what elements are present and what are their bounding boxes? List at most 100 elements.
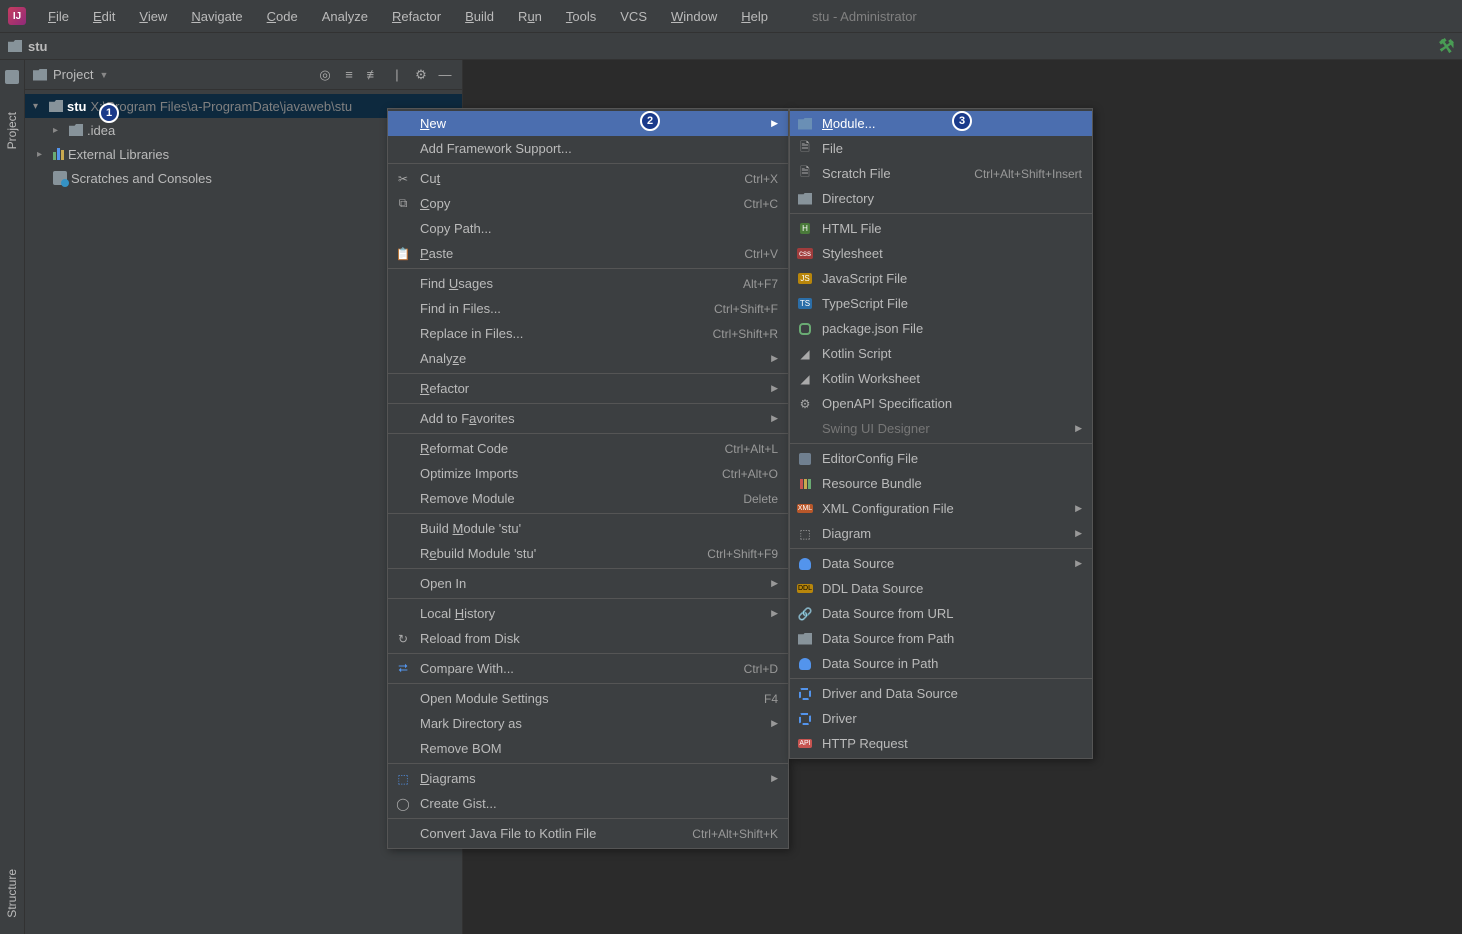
submenu-ddl[interactable]: DDL DDL Data Source xyxy=(790,576,1092,601)
submenu-arrow-icon: ▶ xyxy=(1075,558,1082,569)
submenu-stylesheet[interactable]: css Stylesheet xyxy=(790,241,1092,266)
menu-local-history[interactable]: Local History ▶ xyxy=(388,601,788,626)
menu-refactor[interactable]: Refactor ▶ xyxy=(388,376,788,401)
menu-analyze[interactable]: Analyze ▶ xyxy=(388,346,788,371)
driver-icon xyxy=(796,713,814,725)
menu-remove-bom[interactable]: Remove BOM xyxy=(388,736,788,761)
submenu-file[interactable]: 🗎 File xyxy=(790,136,1092,161)
menu-view[interactable]: View xyxy=(129,5,177,28)
menu-reformat[interactable]: Reformat Code Ctrl+Alt+L xyxy=(388,436,788,461)
diagram-icon: ⬚ xyxy=(796,527,814,541)
submenu-typescript[interactable]: TS TypeScript File xyxy=(790,291,1092,316)
menu-rebuild-module[interactable]: Rebuild Module 'stu' Ctrl+Shift+F9 xyxy=(388,541,788,566)
divider: | xyxy=(388,66,406,84)
menu-window[interactable]: Window xyxy=(661,5,727,28)
submenu-kotlin-worksheet[interactable]: ◢ Kotlin Worksheet xyxy=(790,366,1092,391)
submenu-javascript[interactable]: JS JavaScript File xyxy=(790,266,1092,291)
submenu-data-source[interactable]: Data Source ▶ xyxy=(790,551,1092,576)
reload-icon: ↻ xyxy=(394,632,412,646)
submenu-ds-url[interactable]: 🔗 Data Source from URL xyxy=(790,601,1092,626)
menu-navigate[interactable]: Navigate xyxy=(181,5,252,28)
gear-icon[interactable]: ⚙ xyxy=(412,66,430,84)
collapse-all-icon[interactable]: ≢ xyxy=(364,66,382,84)
submenu-package-json[interactable]: package.json File xyxy=(790,316,1092,341)
menubar: IJ File Edit View Navigate Code Analyze … xyxy=(0,0,1462,32)
menu-create-gist[interactable]: ◯ Create Gist... xyxy=(388,791,788,816)
submenu-module[interactable]: Module... xyxy=(790,111,1092,136)
menu-find-usages[interactable]: Find Usages Alt+F7 xyxy=(388,271,788,296)
build-icon[interactable]: ⚒ xyxy=(1436,34,1456,57)
submenu-http[interactable]: API HTTP Request xyxy=(790,731,1092,756)
diagram-icon: ⬚ xyxy=(394,772,412,786)
file-icon: 🗎 xyxy=(796,138,814,159)
submenu-openapi[interactable]: ⚙ OpenAPI Specification xyxy=(790,391,1092,416)
menu-run[interactable]: Run xyxy=(508,5,552,28)
menu-tools[interactable]: Tools xyxy=(556,5,606,28)
menu-new[interactable]: New ▶ xyxy=(388,111,788,136)
menu-build[interactable]: Build xyxy=(455,5,504,28)
menu-analyze[interactable]: Analyze xyxy=(312,5,378,28)
menu-find-in-files[interactable]: Find in Files... Ctrl+Shift+F xyxy=(388,296,788,321)
select-opened-icon[interactable]: ◎ xyxy=(316,66,334,84)
menu-vcs[interactable]: VCS xyxy=(610,5,657,28)
submenu-html[interactable]: H HTML File xyxy=(790,216,1092,241)
submenu-scratch[interactable]: 🗎 Scratch File Ctrl+Alt+Shift+Insert xyxy=(790,161,1092,186)
tab-project[interactable]: Project xyxy=(3,104,21,157)
menu-file[interactable]: File xyxy=(38,5,79,28)
menu-code[interactable]: Code xyxy=(257,5,308,28)
submenu-resource-bundle[interactable]: Resource Bundle xyxy=(790,471,1092,496)
tree-scratches-label: Scratches and Consoles xyxy=(71,171,212,186)
submenu-kotlin-script[interactable]: ◢ Kotlin Script xyxy=(790,341,1092,366)
chevron-down-icon[interactable]: ▼ xyxy=(99,70,108,80)
submenu-driver-ds[interactable]: Driver and Data Source xyxy=(790,681,1092,706)
annotation-2: 2 xyxy=(640,111,660,131)
menu-remove-module[interactable]: Remove Module Delete xyxy=(388,486,788,511)
menu-edit[interactable]: Edit xyxy=(83,5,125,28)
project-tool-icon[interactable] xyxy=(5,70,19,84)
menu-optimize-imports[interactable]: Optimize Imports Ctrl+Alt+O xyxy=(388,461,788,486)
tree-root-name: stu xyxy=(67,99,87,114)
module-icon xyxy=(49,100,63,112)
submenu-driver[interactable]: Driver xyxy=(790,706,1092,731)
folder-icon xyxy=(796,193,814,205)
submenu-xml-config[interactable]: XML XML Configuration File ▶ xyxy=(790,496,1092,521)
menu-diagrams[interactable]: ⬚ Diagrams ▶ xyxy=(388,766,788,791)
submenu-swing[interactable]: Swing UI Designer ▶ xyxy=(790,416,1092,441)
submenu-editorconfig[interactable]: EditorConfig File xyxy=(790,446,1092,471)
chevron-right-icon[interactable]: ▸ xyxy=(37,149,49,160)
http-icon: API xyxy=(796,739,814,748)
breadcrumb-project[interactable]: stu xyxy=(28,39,48,54)
submenu-diagram[interactable]: ⬚ Diagram ▶ xyxy=(790,521,1092,546)
menu-paste[interactable]: 📋 Paste Ctrl+V xyxy=(388,241,788,266)
menu-open-in[interactable]: Open In ▶ xyxy=(388,571,788,596)
menu-open-module-settings[interactable]: Open Module Settings F4 xyxy=(388,686,788,711)
tree-root-path: X:\Program Files\a-ProgramDate\javaweb\s… xyxy=(91,99,353,114)
menu-refactor[interactable]: Refactor xyxy=(382,5,451,28)
submenu-ds-path[interactable]: Data Source from Path xyxy=(790,626,1092,651)
submenu-arrow-icon: ▶ xyxy=(1075,528,1082,539)
menu-help[interactable]: Help xyxy=(731,5,778,28)
menu-compare-with[interactable]: ⮂ Compare With... Ctrl+D xyxy=(388,656,788,681)
package-icon xyxy=(796,323,814,335)
menu-copy-path[interactable]: Copy Path... xyxy=(388,216,788,241)
menu-reload[interactable]: ↻ Reload from Disk xyxy=(388,626,788,651)
menu-replace-in-files[interactable]: Replace in Files... Ctrl+Shift+R xyxy=(388,321,788,346)
path-icon xyxy=(796,633,814,645)
tab-structure[interactable]: Structure xyxy=(3,861,21,926)
menu-copy[interactable]: ⧉ Copy Ctrl+C xyxy=(388,191,788,216)
hide-icon[interactable]: — xyxy=(436,66,454,84)
submenu-arrow-icon: ▶ xyxy=(771,718,778,729)
submenu-directory[interactable]: Directory xyxy=(790,186,1092,211)
menu-mark-directory[interactable]: Mark Directory as ▶ xyxy=(388,711,788,736)
panel-title[interactable]: Project xyxy=(53,67,93,82)
submenu-arrow-icon: ▶ xyxy=(771,353,778,364)
chevron-down-icon[interactable]: ▾ xyxy=(33,101,45,112)
menu-cut[interactable]: ✂ Cut Ctrl+X xyxy=(388,166,788,191)
menu-build-module[interactable]: Build Module 'stu' xyxy=(388,516,788,541)
menu-convert-kotlin[interactable]: Convert Java File to Kotlin File Ctrl+Al… xyxy=(388,821,788,846)
menu-add-favorites[interactable]: Add to Favorites ▶ xyxy=(388,406,788,431)
chevron-right-icon[interactable]: ▸ xyxy=(53,125,65,136)
menu-add-framework[interactable]: Add Framework Support... xyxy=(388,136,788,161)
submenu-ds-in-path[interactable]: Data Source in Path xyxy=(790,651,1092,676)
expand-all-icon[interactable]: ≡ xyxy=(340,66,358,84)
